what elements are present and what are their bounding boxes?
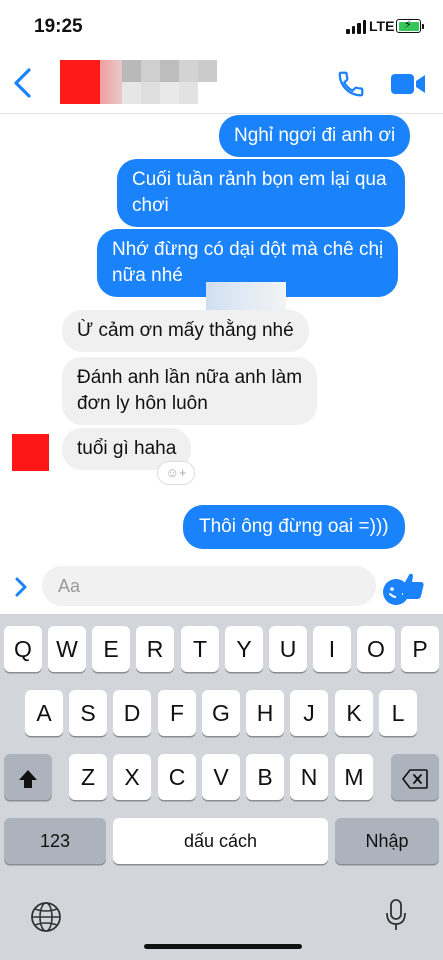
- cellular-signal-icon: [346, 20, 366, 34]
- key-w[interactable]: W: [48, 626, 86, 672]
- message-text: Nghỉ ngơi đi anh ơi: [234, 125, 396, 146]
- message-text: tuổi gì haha: [77, 438, 177, 459]
- status-time: 19:25: [34, 16, 83, 37]
- message-outgoing[interactable]: Nghỉ ngơi đi anh ơi: [219, 115, 411, 157]
- message-text: Cuối tuần rảnh bọn em lại qua: [132, 169, 387, 190]
- return-key[interactable]: Nhập: [335, 818, 439, 864]
- numbers-key[interactable]: 123: [4, 818, 106, 864]
- key-e[interactable]: E: [92, 626, 130, 672]
- key-a[interactable]: A: [25, 690, 63, 736]
- delete-key[interactable]: [391, 754, 439, 800]
- key-p[interactable]: P: [401, 626, 439, 672]
- phone-icon[interactable]: [336, 69, 366, 99]
- space-key[interactable]: dấu cách: [113, 818, 328, 864]
- add-reaction-icon[interactable]: ☺+: [157, 461, 195, 485]
- battery-icon: ⚡: [396, 19, 424, 33]
- video-camera-icon[interactable]: [390, 72, 426, 96]
- home-indicator: [144, 944, 302, 949]
- message-text: đơn ly hôn luôn: [77, 393, 208, 414]
- key-i[interactable]: I: [313, 626, 351, 672]
- network-type: LTE: [369, 18, 395, 34]
- message-text: chơi: [132, 195, 169, 216]
- contact-name-blurred[interactable]: [60, 60, 217, 104]
- key-n[interactable]: N: [290, 754, 328, 800]
- key-u[interactable]: U: [269, 626, 307, 672]
- avatar[interactable]: [12, 434, 49, 471]
- key-c[interactable]: C: [158, 754, 196, 800]
- thumbs-up-icon[interactable]: [394, 570, 426, 602]
- key-d[interactable]: D: [113, 690, 151, 736]
- message-composer: Aa: [0, 560, 443, 614]
- key-o[interactable]: O: [357, 626, 395, 672]
- key-q[interactable]: Q: [4, 626, 42, 672]
- key-t[interactable]: T: [181, 626, 219, 672]
- key-h[interactable]: H: [246, 690, 284, 736]
- key-y[interactable]: Y: [225, 626, 263, 672]
- key-g[interactable]: G: [202, 690, 240, 736]
- message-text: Nhớ đừng có dại dột mà chê chị: [112, 239, 384, 260]
- globe-icon[interactable]: [29, 900, 63, 934]
- key-j[interactable]: J: [290, 690, 328, 736]
- key-b[interactable]: B: [246, 754, 284, 800]
- shift-key[interactable]: [4, 754, 52, 800]
- message-text: Thôi ông đừng oai =))): [199, 516, 389, 537]
- key-v[interactable]: V: [202, 754, 240, 800]
- message-incoming[interactable]: Đánh anh lần nữa anh làm đơn ly hôn luôn: [62, 357, 318, 425]
- key-k[interactable]: K: [335, 690, 373, 736]
- message-outgoing[interactable]: Cuối tuần rảnh bọn em lại qua chơi: [117, 159, 405, 227]
- chevron-right-icon[interactable]: [12, 574, 30, 600]
- key-f[interactable]: F: [158, 690, 196, 736]
- key-r[interactable]: R: [136, 626, 174, 672]
- key-s[interactable]: S: [69, 690, 107, 736]
- chevron-left-icon[interactable]: [10, 66, 38, 100]
- status-bar: 19:25 LTE ⚡: [0, 0, 443, 52]
- keyboard: Q W E R T Y U I O P A S D F G H J K L Z …: [0, 614, 443, 960]
- key-m[interactable]: M: [335, 754, 373, 800]
- message-outgoing[interactable]: Thôi ông đừng oai =))): [183, 505, 405, 549]
- message-incoming[interactable]: Ừ cảm ơn mấy thằng nhé: [62, 310, 309, 352]
- message-input-placeholder: Aa: [58, 576, 81, 596]
- shift-arrow-icon: [19, 769, 37, 788]
- chat-header: [0, 52, 443, 114]
- key-z[interactable]: Z: [69, 754, 107, 800]
- message-text: Ừ cảm ơn mấy thằng nhé: [77, 320, 294, 341]
- message-text: Đánh anh lần nữa anh làm: [77, 367, 303, 388]
- microphone-icon[interactable]: [385, 898, 407, 932]
- backspace-icon: [401, 769, 428, 789]
- key-x[interactable]: X: [113, 754, 151, 800]
- key-l[interactable]: L: [379, 690, 417, 736]
- message-input[interactable]: Aa: [42, 566, 409, 606]
